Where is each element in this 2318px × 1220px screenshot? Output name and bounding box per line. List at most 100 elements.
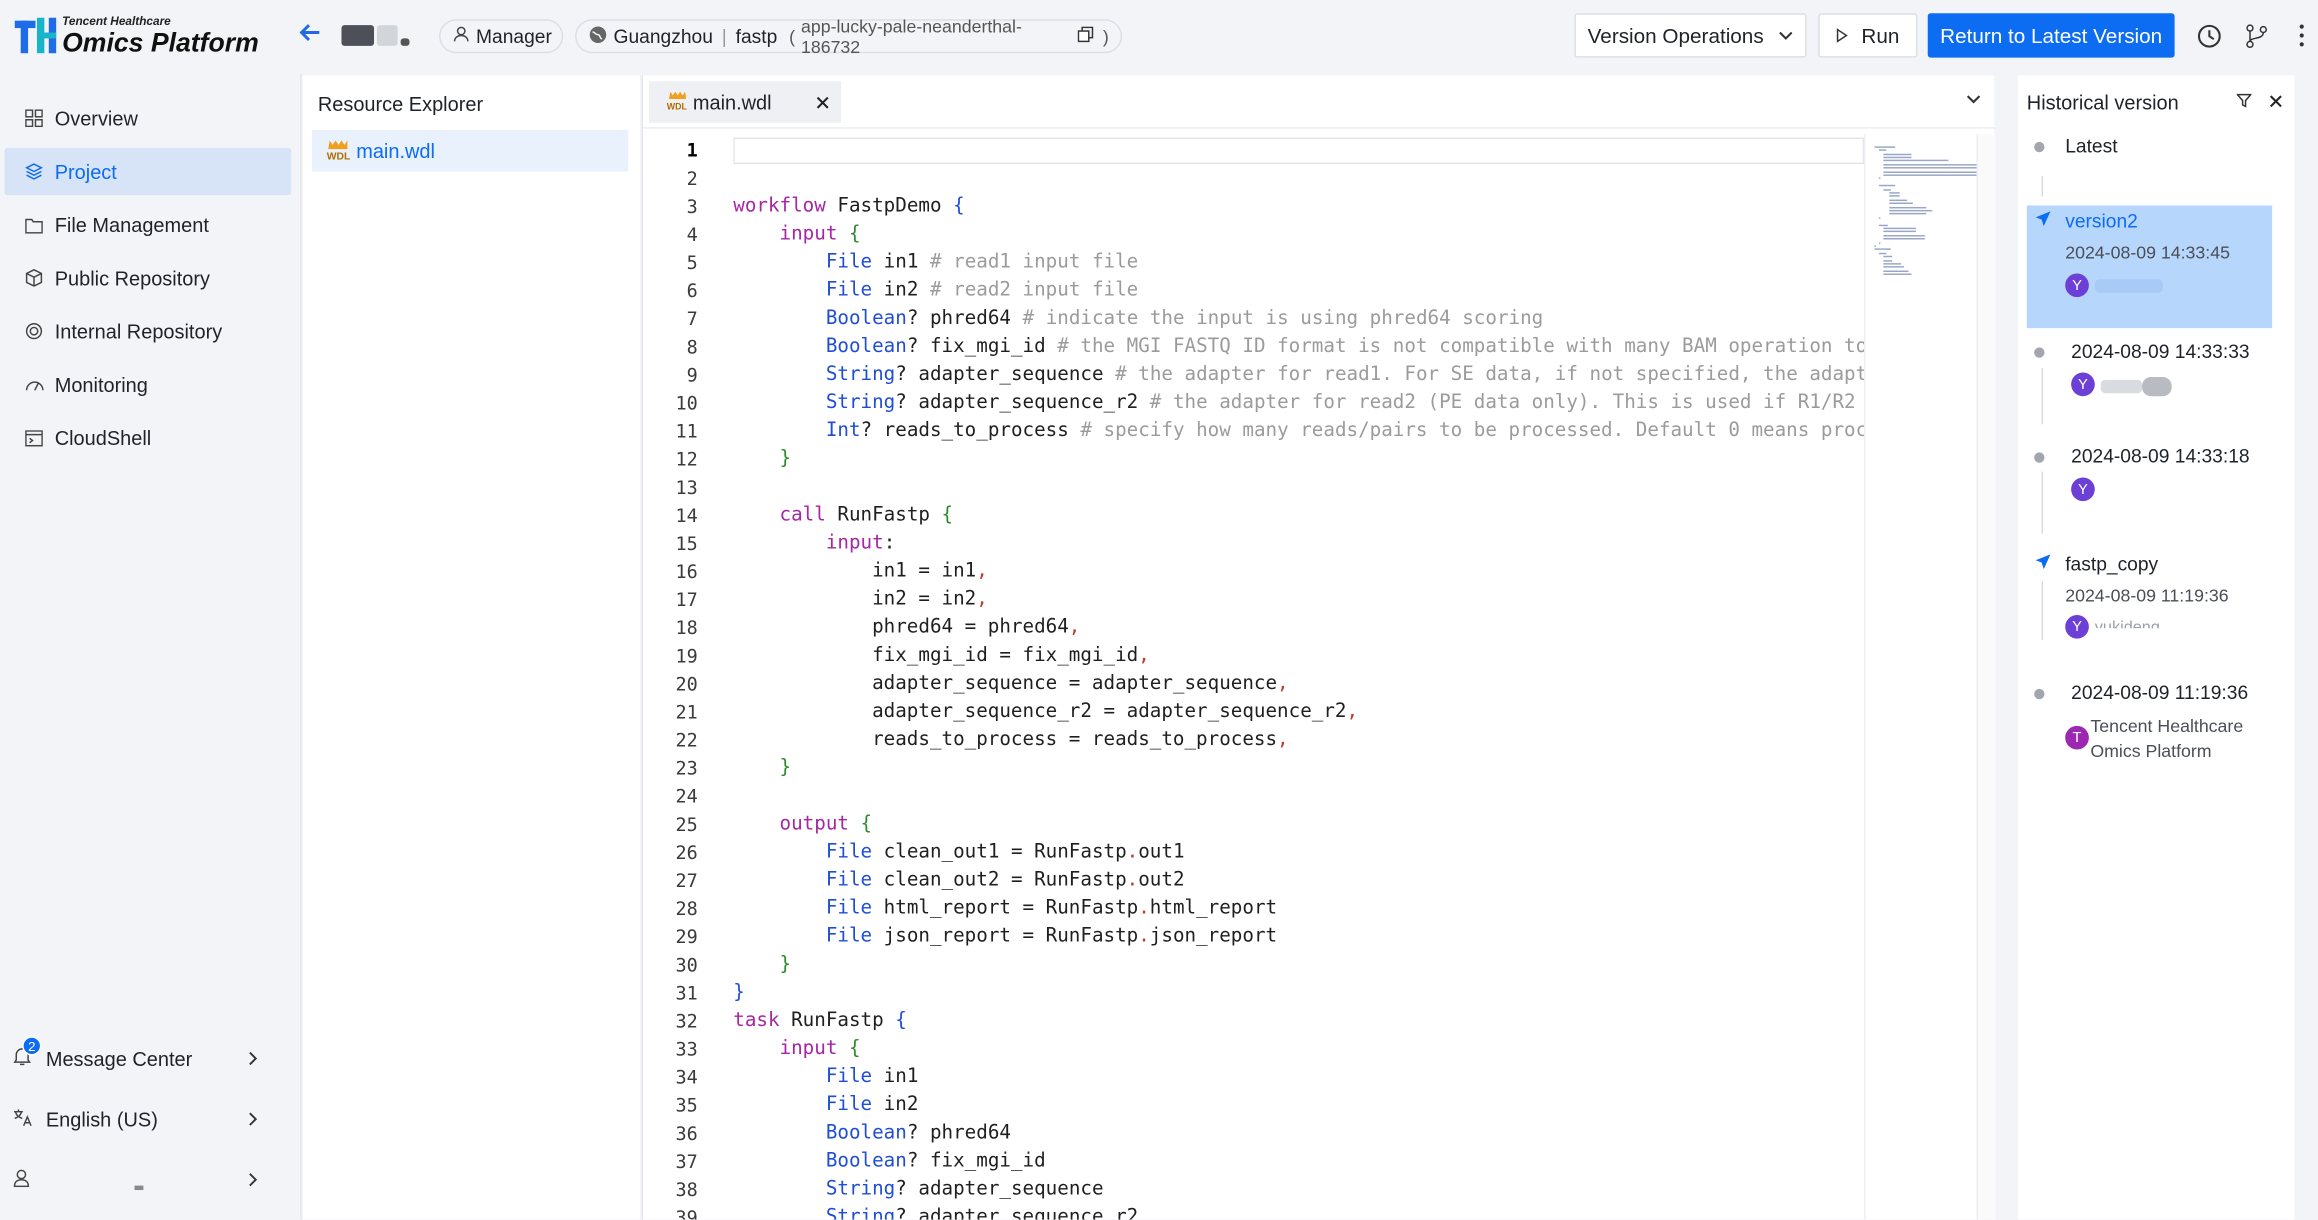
code-line[interactable]: 33 input { [643, 1035, 1864, 1063]
close-icon[interactable] [816, 90, 829, 114]
version-operations-dropdown[interactable]: Version Operations [1574, 13, 1807, 58]
sidebar-item-cloudshell[interactable]: CloudShell [4, 414, 291, 461]
code-line[interactable]: 5 File in1 # read1 input file [643, 248, 1864, 276]
sidebar-item-label: Public Repository [54, 266, 210, 290]
run-button[interactable]: Run [1818, 13, 1918, 58]
role-chip[interactable]: Manager [439, 19, 564, 54]
code-line[interactable]: 1 [643, 136, 1864, 164]
brand-logo[interactable]: Tencent Healthcare Omics Platform [13, 15, 259, 56]
close-icon[interactable] [2269, 92, 2282, 113]
code-text: } [779, 953, 792, 976]
code-line[interactable]: 39 String? adapter_sequence_r2 [643, 1203, 1864, 1219]
code-line[interactable]: 24 [643, 782, 1864, 810]
sidebar-item-project[interactable]: Project [4, 147, 292, 196]
line-number: 11 [675, 419, 698, 443]
code-line[interactable]: 32 task RunFastp { [643, 1007, 1864, 1035]
code-line[interactable]: 37 Boolean? fix_mgi_id [643, 1147, 1864, 1175]
code-line[interactable]: 36 Boolean? phred64 [643, 1119, 1864, 1147]
minimap-line [1874, 245, 1876, 247]
code-line[interactable]: 28 File html_report = RunFastp.html_repo… [643, 894, 1864, 922]
minimap-line [1888, 195, 1900, 198]
language-item[interactable]: English (US) [13, 1100, 279, 1138]
code-text: Boolean? fix_mgi_id [825, 1150, 1046, 1173]
chevron-down-icon[interactable] [1966, 90, 1981, 111]
sidebar-item-label: CloudShell [54, 426, 152, 449]
play-icon [1836, 24, 1848, 48]
code-line[interactable]: 15 input: [643, 529, 1864, 557]
sidebar-item-label: Internal Repository [54, 320, 223, 343]
code-line[interactable]: 14 call RunFastp { [643, 501, 1864, 529]
code-line[interactable]: 35 File in2 [643, 1091, 1864, 1119]
minimap-line [1888, 192, 1900, 194]
version-name: fastp_copy [2065, 552, 2159, 576]
code-line[interactable]: 20 adapter_sequence = adapter_sequence, [643, 670, 1864, 698]
sidebar-item-overview[interactable]: Overview [4, 95, 291, 142]
code-text: File json_report = RunFastp.json_report [825, 925, 1278, 948]
back-arrow-icon[interactable] [299, 21, 326, 51]
code-text: adapter_sequence = adapter_sequence, [733, 672, 1289, 695]
code-line[interactable]: 11 Int? reads_to_process # specify how m… [643, 417, 1864, 445]
code-line[interactable]: 16 in1 = in1, [643, 557, 1864, 585]
minimap-line [1883, 153, 1912, 155]
code-text: File clean_out2 = RunFastp.out2 [825, 869, 1185, 892]
more-vertical-icon[interactable] [2291, 21, 2312, 51]
branch-icon[interactable] [2241, 21, 2271, 51]
code-line[interactable]: 2 [643, 164, 1864, 192]
code-line[interactable]: 22 reads_to_process = reads_to_process, [643, 726, 1864, 754]
code-line[interactable]: 8 Boolean? fix_mgi_id # the MGI FASTQ ID… [643, 333, 1865, 361]
code-line[interactable]: 17 in2 = in2, [643, 585, 1864, 613]
code-line[interactable]: 27 File clean_out2 = RunFastp.out2 [643, 866, 1864, 894]
history-version-111936[interactable]: 2024-08-09 11:19:36 T Tencent Healthcare… [2027, 680, 2272, 769]
code-line[interactable]: 9 String? adapter_sequence # the adapter… [643, 361, 1865, 389]
editor-scrollbar[interactable] [1976, 134, 1996, 1220]
terminal-icon [24, 427, 45, 448]
code-line[interactable]: 34 File in1 [643, 1063, 1864, 1091]
history-version-143318[interactable]: 2024-08-09 14:33:18 Y [2027, 443, 2272, 510]
sidebar-item-file-management[interactable]: File Management [4, 201, 291, 248]
code-line[interactable]: 4 input { [643, 220, 1864, 248]
code-line[interactable]: 18 phred64 = phred64, [643, 614, 1864, 642]
code-line[interactable]: 3 workflow FastpDemo { [643, 192, 1864, 220]
app-info-chip[interactable]: Guangzhou | fastp ( app-lucky-pale-neand… [575, 16, 1123, 57]
sidebar-item-internal-repository[interactable]: Internal Repository [4, 307, 291, 354]
code-line[interactable]: 13 [643, 473, 1864, 501]
code-area[interactable]: 1 2 3 workflow FastpDemo {4 input {5 File i… [643, 135, 1865, 1220]
minimap-line [1883, 163, 1978, 166]
code-line[interactable]: 23 } [643, 754, 1864, 782]
code-line[interactable]: 10 String? adapter_sequence_r2 # the ada… [643, 389, 1864, 417]
copy-icon[interactable] [1077, 25, 1094, 47]
history-version-143333[interactable]: 2024-08-09 14:33:33 Y [2027, 339, 2272, 413]
message-center-item[interactable]: 2 Message Center [13, 1036, 279, 1077]
return-latest-button[interactable]: Return to Latest Version [1927, 13, 2175, 58]
code-line[interactable]: 31} [643, 979, 1864, 1007]
history-version-fastp-copy[interactable]: fastp_copy 2024-08-09 11:19:36 Y yukiden… [2027, 548, 2272, 644]
code-line[interactable]: 21 adapter_sequence_r2 = adapter_sequenc… [643, 698, 1864, 726]
history-version-version2[interactable]: version2 2024-08-09 14:33:45 Y [2026, 205, 2273, 329]
code-text: Boolean? phred64 [825, 1122, 1011, 1145]
minimap[interactable] [1864, 134, 1978, 1220]
filter-icon[interactable] [2235, 92, 2253, 113]
code-text: task RunFastp { [733, 1009, 907, 1032]
code-line[interactable]: 26 File clean_out1 = RunFastp.out1 [643, 838, 1864, 866]
minimap-line [1879, 185, 1895, 187]
minimap-line [1888, 209, 1933, 212]
code-line[interactable]: 12 } [643, 445, 1864, 473]
user-name-redacted [134, 1184, 144, 1190]
sidebar-item-monitoring[interactable]: Monitoring [4, 361, 291, 408]
code-line[interactable]: 6 File in2 # read2 input file [643, 276, 1864, 304]
code-line[interactable]: 38 String? adapter_sequence [643, 1175, 1864, 1203]
code-line[interactable]: 29 File json_report = RunFastp.json_repo… [643, 922, 1864, 950]
code-line[interactable]: 30 } [643, 951, 1864, 979]
explorer-file-item[interactable]: WDL main.wdl [311, 130, 629, 172]
code-text: File clean_out1 = RunFastp.out1 [825, 841, 1185, 864]
sidebar-item-public-repository[interactable]: Public Repository [4, 254, 291, 301]
line-number: 21 [675, 700, 698, 723]
history-version-latest[interactable]: Latest [2027, 130, 2272, 163]
code-line[interactable]: 19 fix_mgi_id = fix_mgi_id, [643, 642, 1864, 670]
code-line[interactable]: 25 output { [643, 810, 1864, 838]
tab-main-wdl[interactable]: WDL main.wdl [648, 81, 842, 123]
user-item[interactable] [13, 1160, 279, 1198]
history-clock-icon[interactable] [2194, 21, 2224, 51]
code-line[interactable]: 7 Boolean? phred64 # indicate the input … [643, 305, 1864, 333]
page-scrollbar[interactable] [2298, 75, 2318, 1220]
